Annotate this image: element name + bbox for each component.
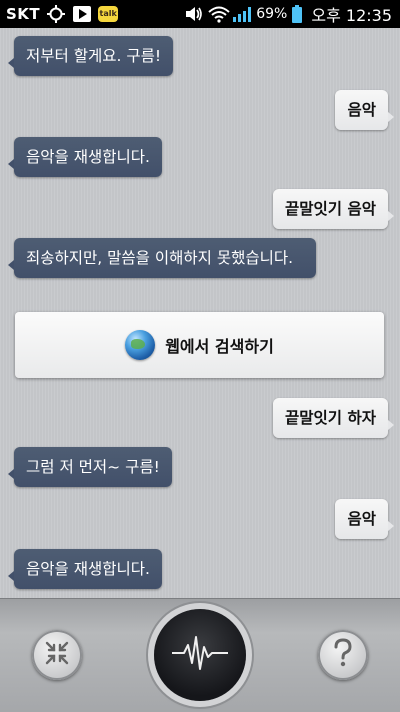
system-message: 음악을 재생합니다. — [8, 549, 162, 589]
battery-percent: 69% — [256, 6, 288, 22]
play-store-icon — [72, 5, 92, 23]
battery-icon — [291, 5, 303, 23]
web-search-button[interactable]: 웹에서 검색하기 — [15, 312, 384, 378]
user-message: 음악 — [335, 90, 394, 130]
minimize-button[interactable] — [32, 630, 82, 680]
bottom-control-bar — [0, 598, 400, 712]
conversation-area[interactable]: 저부터 할게요. 구름! 음악 음악을 재생합니다. 끝말잇기 음악 죄송하지만… — [0, 28, 400, 598]
user-message: 끝말잇기 하자 — [273, 398, 394, 438]
system-message: 죄송하지만, 말씀을 이해하지 못했습니다. — [8, 238, 316, 278]
web-search-label: 웹에서 검색하기 — [165, 337, 274, 356]
volume-icon — [184, 5, 204, 23]
voice-input-button[interactable] — [154, 609, 246, 701]
user-message: 끝말잇기 음악 — [273, 189, 394, 229]
system-message: 저부터 할게요. 구름! — [7, 36, 174, 76]
signal-icon — [232, 5, 252, 23]
voice-waveform-icon — [170, 633, 230, 677]
status-bar: SKT talk 69% 오후 12:35 — [0, 0, 400, 28]
kakaotalk-icon: talk — [98, 6, 119, 22]
clock: 오후 12:35 — [311, 6, 392, 25]
system-message: 음악을 재생합니다. — [8, 137, 162, 177]
globe-icon — [125, 330, 156, 360]
help-button[interactable] — [318, 630, 368, 680]
user-message: 음악 — [335, 499, 394, 539]
system-message: 그럼 저 먼저~ 구름! — [8, 447, 172, 487]
wifi-icon — [208, 5, 230, 23]
carrier-label: SKT — [6, 5, 41, 23]
minimize-icon — [44, 640, 70, 670]
gps-icon — [46, 5, 66, 23]
help-icon — [330, 638, 356, 672]
